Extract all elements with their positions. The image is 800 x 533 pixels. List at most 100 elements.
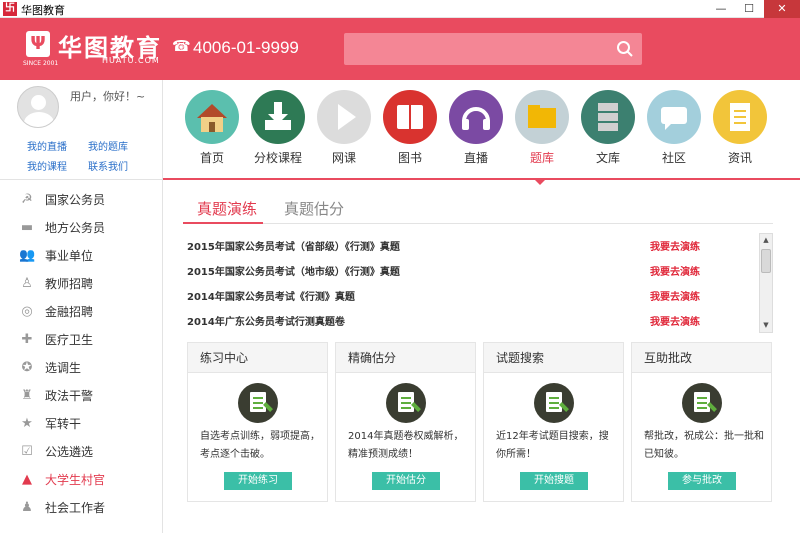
practice-link[interactable]: 我要去演练 — [650, 313, 700, 328]
sidebar-item[interactable]: ▬ 地方公务员 — [0, 214, 163, 242]
search-icon[interactable] — [616, 40, 634, 58]
header-bar: Ψ SINCE 2001 华图教育 HUATU.COM ☎ 4006-01-99… — [0, 18, 800, 80]
link-my-courses[interactable]: 我的课程 — [27, 158, 67, 173]
book-icon — [383, 90, 437, 144]
top-nav-item[interactable]: 图书 — [381, 90, 439, 166]
star-icon: ★ — [21, 416, 33, 431]
exam-title: 2015年国家公务员考试（省部级）《行测》真题 — [187, 242, 400, 253]
card-action-button[interactable]: 开始估分 — [372, 472, 440, 490]
sidebar-item[interactable]: ✪ 选调生 — [0, 354, 163, 382]
practice-link[interactable]: 我要去演练 — [650, 263, 700, 278]
user-greeting: 用户，你好！~ — [70, 90, 146, 103]
tab-real-exam-practice[interactable]: 真题演练 — [197, 198, 257, 219]
sidebar-item-label: 医疗卫生 — [45, 333, 94, 347]
sidebar-item-label: 事业单位 — [45, 249, 94, 263]
teacher-icon: ♙ — [21, 276, 33, 291]
card-title: 互助批改 — [632, 343, 771, 373]
scroll-up-arrow-icon[interactable]: ▲ — [761, 235, 771, 245]
practice-link[interactable]: 我要去演练 — [650, 238, 700, 253]
top-nav-label: 文库 — [595, 151, 620, 165]
category-list: ☭ 国家公务员 ▬ 地方公务员 👥 事业单位 ♙ 教师招聘 ◎ 金融招聘 ✚ 医疗卫生 ✪ 选调生 ♜ 政法干… — [0, 186, 163, 522]
practice-link[interactable]: 我要去演练 — [650, 288, 700, 303]
sidebar-item[interactable]: ◎ 金融招聘 — [0, 298, 163, 326]
link-my-question-bank[interactable]: 我的题库 — [88, 138, 128, 153]
card-peer-grading: 互助批改 帮批改，祝成公：批一批和已知彼。 参与批改 — [631, 342, 772, 502]
close-button[interactable]: ✕ — [764, 0, 800, 18]
sidebar-item[interactable]: ☑ 公选遴选 — [0, 438, 163, 466]
scrollbar-thumb[interactable] — [761, 249, 771, 273]
worker-icon: ♟ — [21, 500, 33, 515]
sidebar-item-label: 教师招聘 — [45, 277, 94, 291]
sidebar-item-label: 政法干警 — [45, 389, 94, 403]
card-action-button[interactable]: 参与批改 — [668, 472, 736, 490]
exam-paper-icon — [386, 383, 426, 423]
card-action-button[interactable]: 开始练习 — [224, 472, 292, 490]
emblem-icon: ☭ — [21, 192, 33, 207]
card-question-search: 试题搜索近12年考试题目搜索，搜你所需！ 开始搜题 — [483, 342, 624, 502]
avatar[interactable] — [17, 86, 59, 128]
sidebar-item[interactable]: ♜ 政法干警 — [0, 382, 163, 410]
top-navigation: 首页 分校课程 网课 图书 直播 题库 文库 社区 资讯 — [163, 80, 800, 180]
link-contact-us[interactable]: 联系我们 — [88, 158, 128, 173]
top-nav-item[interactable]: 题库 — [513, 90, 571, 166]
top-nav-item[interactable]: 社区 — [645, 90, 703, 166]
exam-row: 2014年国家公务员考试《行测》真题 我要去演练 — [187, 285, 747, 305]
top-nav-label: 网课 — [331, 151, 356, 165]
link-my-live[interactable]: 我的直播 — [27, 138, 67, 153]
logo-icon[interactable]: Ψ — [26, 31, 50, 57]
coin-icon: ◎ — [21, 304, 33, 319]
top-nav-label: 首页 — [199, 151, 224, 165]
top-nav-label: 图书 — [397, 151, 422, 165]
scroll-down-arrow-icon[interactable]: ▼ — [761, 320, 771, 330]
card-description: 自选考点训练，弱项提高，考点逐个击破。 — [200, 431, 320, 460]
exam-row: 2015年国家公务员考试（地市级）《行测》真题 我要去演练 — [187, 260, 747, 280]
home-icon — [185, 90, 239, 144]
logo-subtext: HUATU.COM — [102, 56, 160, 65]
exam-paper-icon — [238, 383, 278, 423]
headphones-icon — [449, 90, 503, 144]
card-description: 近12年考试题目搜索，搜你所需！ — [496, 431, 609, 460]
card-description: 2014年真题卷权威解析，精准预测成绩！ — [348, 431, 464, 460]
minimize-button[interactable]: — — [708, 0, 734, 18]
cross-icon: ✚ — [21, 332, 33, 347]
top-nav-item[interactable]: 直播 — [447, 90, 505, 166]
card-precise-scoring: 精确估分 2014年真题卷权威解析，精准预测成绩！ 开始估分 — [335, 342, 476, 502]
top-nav-label: 题库 — [529, 151, 554, 165]
tab-real-exam-scoring[interactable]: 真题估分 — [284, 198, 344, 219]
exam-list-scrollbar[interactable]: ▲ ▼ — [759, 233, 773, 333]
sidebar-item[interactable]: ★ 军转干 — [0, 410, 163, 438]
sidebar-item[interactable]: ▲ 大学生村官 — [0, 466, 163, 494]
exam-list: 2015年国家公务员考试（省部级）《行测》真题 我要去演练 2015年国家公务员考试… — [187, 235, 772, 330]
window-title: 华图教育 — [21, 4, 65, 17]
exam-paper-icon — [534, 383, 574, 423]
top-nav-item[interactable]: 分校课程 — [249, 90, 307, 166]
top-nav-item[interactable]: 资讯 — [711, 90, 769, 166]
tab-divider — [183, 223, 773, 224]
chat-icon — [647, 90, 701, 144]
search-input[interactable] — [344, 33, 642, 65]
maximize-button[interactable]: ☐ — [736, 0, 762, 18]
top-nav-label: 分校课程 — [253, 151, 302, 165]
feature-cards: 练习中心 自选考点训练，弱项提高，考点逐个击破。 开始练习 精确估分 2014年真题卷权… — [187, 342, 773, 502]
database-icon — [581, 90, 635, 144]
sidebar-item[interactable]: 👥 事业单位 — [0, 242, 163, 270]
tab-active-underline — [183, 222, 263, 224]
top-nav-item[interactable]: 首页 — [183, 90, 241, 166]
exam-title: 2015年国家公务员考试（地市级）《行测》真题 — [187, 267, 400, 278]
sidebar-item-label: 金融招聘 — [45, 305, 94, 319]
top-nav-label: 社区 — [661, 151, 686, 165]
card-action-button[interactable]: 开始搜题 — [520, 472, 588, 490]
sidebar-item-label: 公选遴选 — [45, 445, 94, 459]
sidebar-item[interactable]: ✚ 医疗卫生 — [0, 326, 163, 354]
hat-icon: ▬ — [20, 220, 34, 235]
card-title: 试题搜索 — [484, 343, 623, 373]
title-bar: 卐 华图教育 — ☐ ✕ — [0, 0, 800, 18]
sidebar-item[interactable]: ☭ 国家公务员 — [0, 186, 163, 214]
sidebar-item[interactable]: ♟ 社会工作者 — [0, 494, 163, 522]
top-nav-item[interactable]: 文库 — [579, 90, 637, 166]
phone-icon: ☎ — [172, 37, 191, 55]
card-title: 精确估分 — [336, 343, 475, 373]
sidebar-item-label: 地方公务员 — [45, 221, 106, 235]
top-nav-item[interactable]: 网课 — [315, 90, 373, 166]
sidebar-item[interactable]: ♙ 教师招聘 — [0, 270, 163, 298]
